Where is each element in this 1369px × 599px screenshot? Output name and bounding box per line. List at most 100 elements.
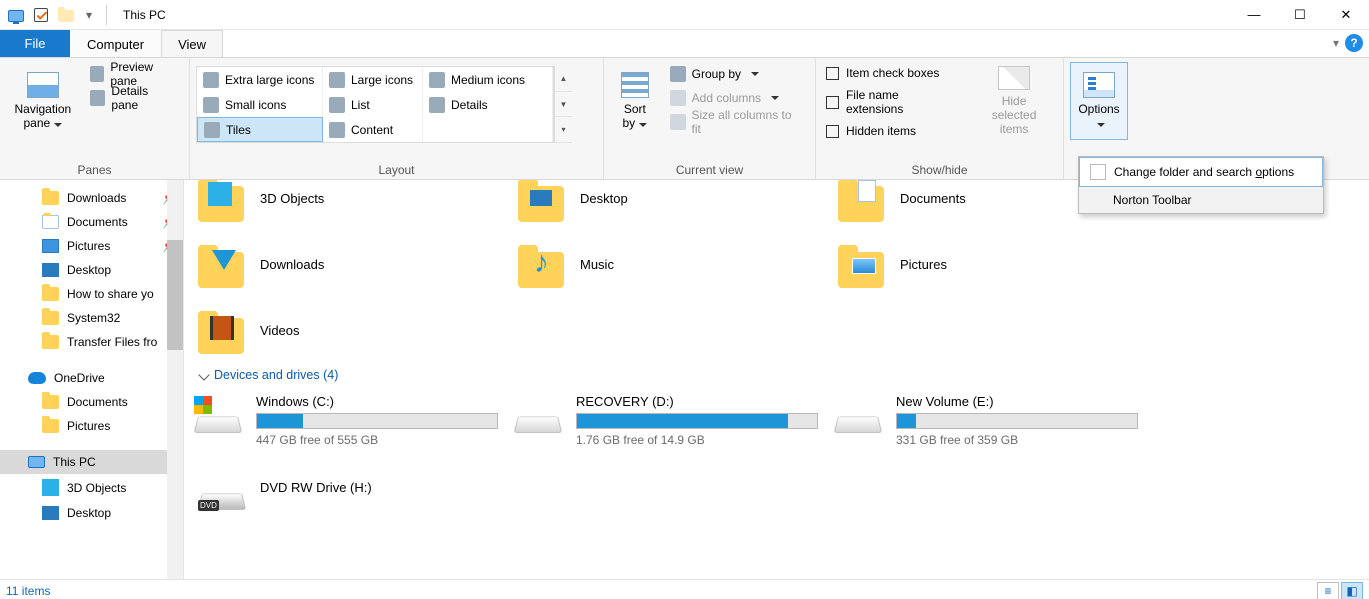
l-icon (329, 72, 345, 88)
folder-tile-videos[interactable]: Videos (194, 302, 504, 358)
add-columns-button[interactable]: Add columns (664, 86, 809, 110)
nav-item-documents[interactable]: Documents (0, 390, 183, 414)
group-label-current-view: Current view (610, 161, 809, 179)
norton-toolbar-item[interactable]: Norton Toolbar (1079, 187, 1323, 213)
minimize-button[interactable]: — (1231, 0, 1277, 29)
nav-item-transfer-files-fro[interactable]: Transfer Files fro (0, 330, 183, 354)
hide-selected-icon (998, 66, 1030, 90)
layout-list[interactable]: List (323, 92, 423, 117)
ribbon-tabs: File Computer View ▾ ? (0, 30, 1369, 58)
details-pane-button[interactable]: Details pane (84, 86, 183, 110)
hide-selected-button[interactable]: Hide selected items (971, 62, 1057, 140)
group-label-layout: Layout (196, 161, 597, 179)
group-by-icon (670, 66, 686, 82)
view-mode-details-icon[interactable]: ≡ (1317, 582, 1339, 599)
devices-drives-header[interactable]: Devices and drives (4) (200, 368, 1369, 382)
s-icon (203, 97, 219, 113)
nav-item-documents[interactable]: Documents📌 (0, 210, 183, 234)
hidden-items-toggle[interactable]: Hidden items (822, 120, 963, 142)
preview-pane-icon (90, 66, 105, 82)
nav-item-system32[interactable]: System32 (0, 306, 183, 330)
capacity-bar (896, 413, 1138, 429)
main-area: Downloads📌Documents📌Pictures📌DesktopHow … (0, 180, 1369, 579)
maximize-button[interactable]: ☐ (1277, 0, 1323, 29)
dvd-badge-icon: DVD (198, 500, 219, 511)
status-item-count: 11 items (6, 584, 50, 598)
size-columns-icon (670, 114, 686, 130)
drive-dvd[interactable]: DVD DVD RW Drive (H:) (194, 459, 504, 515)
gallery-scroll-down[interactable]: ▼ (555, 92, 572, 118)
app-icon[interactable] (6, 3, 26, 27)
nav-item-3d-objects[interactable]: 3D Objects (0, 474, 183, 501)
gallery-expand[interactable]: ▾ (555, 117, 572, 143)
folder-options-icon (1090, 164, 1106, 180)
nav-item-desktop[interactable]: Desktop (0, 258, 183, 282)
qat-customize-icon[interactable]: ▾ (82, 3, 96, 27)
content-icon (329, 122, 345, 138)
xl-icon (203, 72, 219, 88)
drive-recovery-d-[interactable]: RECOVERY (D:)1.76 GB free of 14.9 GB (514, 392, 824, 449)
chevron-down-icon (198, 369, 209, 380)
preview-pane-button[interactable]: Preview pane (84, 62, 183, 86)
drive-windows-c-[interactable]: Windows (C:)447 GB free of 555 GB (194, 392, 504, 449)
size-columns-button[interactable]: Size all columns to fit (664, 110, 809, 134)
qat-properties-icon[interactable] (32, 3, 50, 27)
nav-item-desktop[interactable]: Desktop (0, 501, 183, 525)
folder-tile-downloads[interactable]: Downloads (194, 236, 504, 292)
nav-item-pictures[interactable]: Pictures (0, 414, 183, 438)
tab-computer[interactable]: Computer (70, 30, 161, 57)
help-icon[interactable]: ? (1345, 34, 1363, 52)
tiles-icon (204, 122, 220, 138)
nav-item-how-to-share-yo[interactable]: How to share yo (0, 282, 183, 306)
nav-item-downloads[interactable]: Downloads📌 (0, 186, 183, 210)
details-icon (429, 97, 445, 113)
title-bar: ▾ This PC — ☐ ✕ (0, 0, 1369, 30)
qat-new-folder-icon[interactable] (56, 3, 76, 27)
close-button[interactable]: ✕ (1323, 0, 1369, 29)
options-icon (1083, 72, 1115, 98)
navigation-tree[interactable]: Downloads📌Documents📌Pictures📌DesktopHow … (0, 180, 184, 579)
nav-item-pictures[interactable]: Pictures📌 (0, 234, 183, 258)
file-tab[interactable]: File (0, 30, 70, 57)
layout-large[interactable]: Large icons (323, 67, 423, 92)
group-label-panes: Panes (6, 161, 183, 179)
layout-tiles[interactable]: Tiles (197, 117, 323, 142)
sort-icon (621, 72, 649, 98)
navigation-pane-icon (27, 72, 59, 98)
layout-medium[interactable]: Medium icons (423, 67, 553, 92)
title-separator (106, 5, 107, 25)
layout-details[interactable]: Details (423, 92, 553, 117)
folder-tile-desktop[interactable]: Desktop (514, 180, 824, 226)
layout-small[interactable]: Small icons (197, 92, 323, 117)
change-folder-search-options[interactable]: Change folder and search options (1079, 157, 1323, 187)
folder-tile-pictures[interactable]: Pictures (834, 236, 1144, 292)
item-check-boxes-toggle[interactable]: Item check boxes (822, 62, 963, 84)
drive-new-volume-e-[interactable]: New Volume (E:)331 GB free of 359 GB (834, 392, 1144, 449)
layout-content[interactable]: Content (323, 117, 423, 142)
details-pane-icon (90, 90, 106, 106)
folder-tile-music[interactable]: ♪Music (514, 236, 824, 292)
file-name-extensions-toggle[interactable]: File name extensions (822, 84, 963, 120)
layout-extra-large[interactable]: Extra large icons (197, 67, 323, 92)
capacity-bar (256, 413, 498, 429)
m-icon (429, 72, 445, 88)
capacity-bar (576, 413, 818, 429)
nav-item-onedrive[interactable]: OneDrive (0, 366, 183, 390)
sort-by-button[interactable]: Sort by (610, 62, 660, 140)
tab-view[interactable]: View (161, 30, 223, 57)
content-pane[interactable]: 3D ObjectsDesktopDocumentsDownloads♪Musi… (184, 180, 1369, 579)
options-dropdown: Change folder and search options Norton … (1078, 156, 1324, 214)
minimize-ribbon-icon[interactable]: ▾ (1333, 36, 1339, 50)
gallery-scroll-up[interactable]: ▲ (555, 66, 572, 92)
navigation-pane-button[interactable]: Navigation pane (6, 62, 80, 140)
nav-item-this-pc[interactable]: This PC (0, 450, 183, 474)
nav-scrollbar[interactable] (167, 180, 183, 579)
drive-dvd-label: DVD RW Drive (H:) (260, 480, 372, 495)
add-columns-icon (670, 90, 686, 106)
options-button[interactable]: Options (1070, 62, 1128, 140)
status-bar: 11 items ≡ ◧ (0, 579, 1369, 599)
view-mode-tiles-icon[interactable]: ◧ (1341, 582, 1363, 599)
group-by-button[interactable]: Group by (664, 62, 809, 86)
folder-tile-3d-objects[interactable]: 3D Objects (194, 180, 504, 226)
layout-gallery: Extra large icons Large icons Medium ico… (196, 66, 554, 143)
